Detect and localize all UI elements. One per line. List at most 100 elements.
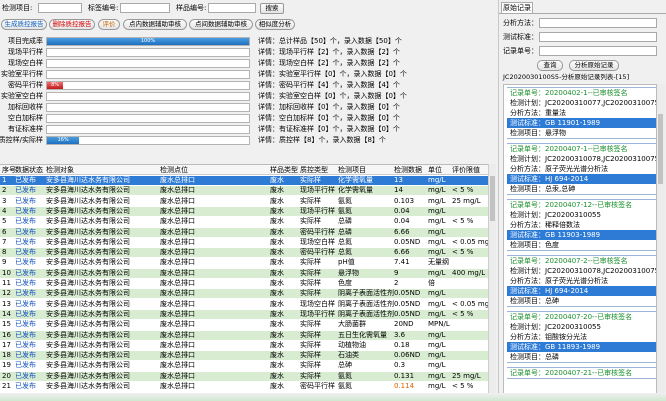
progress-label: 实验室平行样 (1, 70, 43, 78)
table-cell: 废水总排口 (160, 371, 195, 380)
table-cell: 总磷 (338, 217, 352, 226)
point-analysis-button[interactable]: 相似度分析 (255, 19, 295, 30)
record-card[interactable]: 记录单号：20200407-21--已审核签名 (507, 367, 656, 379)
table-cell: mg/L (428, 309, 446, 318)
record-item: 检测项目：悬浮物 (510, 129, 566, 137)
column-header[interactable]: 检测对象 (46, 165, 74, 175)
progress-row: 现场空白样 详情：现场空白样【2】个，录入数据【2】个 (0, 58, 495, 69)
table-row[interactable]: 5 已发布 安多县海川达水务有限公司 废水总排口 废水 实际样 总磷 0.04 mg/L < 5 … (0, 217, 488, 226)
table-cell: 14 (394, 186, 403, 195)
record-method: 分析方法：重量法 (510, 109, 566, 117)
record-card[interactable]: 记录单号：20200407-20--已审核签名 检测计划：JC2020031005… (507, 311, 656, 363)
sample-input[interactable] (208, 3, 256, 13)
record-no: 记录单号：20200407-12--已审核签名 (510, 201, 633, 209)
delete-report-button[interactable]: 删除质控报告 (49, 19, 95, 30)
table-row[interactable]: 14 已发布 安多县海川达水务有限公司 废水总排口 废水 现场平行样 阴离子表面活性剂 0.0… (0, 309, 488, 319)
table-row[interactable]: 15 已发布 安多县海川达水务有限公司 废水总排口 废水 实际样 大肠菌群 20ND MPN/L (0, 320, 488, 329)
table-row[interactable]: 12 已发布 安多县海川达水务有限公司 废水总排口 废水 实际样 阴离子表面活性剂 0.05N… (0, 289, 488, 299)
table-cell: < 5 % (452, 382, 474, 390)
table-cell: 总磷 (338, 227, 352, 236)
table-cell: 石油类 (338, 351, 359, 360)
table-cell: 现场平行样 (300, 186, 335, 195)
tab-raw-record[interactable]: 原始记录 (501, 2, 533, 13)
table-cell: mg/L (428, 206, 446, 215)
table-cell: 安多县海川达水务有限公司 (46, 176, 130, 184)
record-card[interactable]: 记录单号：20200402-1--已审核签名 检测计划：JC20200310077… (507, 87, 656, 139)
record-scroll-thumb[interactable] (658, 114, 663, 184)
table-cell: 实际样 (300, 196, 321, 205)
table-cell: 安多县海川达水务有限公司 (46, 289, 130, 298)
table-cell: < 5 % (452, 186, 474, 195)
query-button[interactable]: 查询 (537, 60, 563, 71)
record-item: 检测项目：色度 (510, 241, 559, 249)
table-cell: 7 (2, 237, 7, 246)
table-row[interactable]: 20 已发布 安多县海川达水务有限公司 废水总排口 废水 实际样 氨氮 0.131 mg/L 25… (0, 371, 488, 381)
table-scroll-thumb[interactable] (490, 176, 495, 221)
table-row[interactable]: 1 已发布 安多县海川达水务有限公司 废水总排口 废水 实际样 化学需氧量 13 mg/L (0, 176, 488, 185)
table-row[interactable]: 17 已发布 安多县海川达水务有限公司 废水总排口 废水 实际样 动植物油 0.18 mg/L (0, 341, 488, 350)
table-cell: 废水总排口 (160, 330, 195, 339)
item-input[interactable] (38, 3, 82, 13)
table-cell: 废水总排口 (160, 196, 195, 205)
column-header[interactable]: 检测点位 (160, 165, 188, 175)
column-header[interactable]: 序号 (2, 165, 16, 175)
table-cell: mg/L (428, 237, 446, 246)
table-cell: 实际样 (300, 176, 321, 184)
sample-label: 样品编号: (176, 4, 207, 12)
table-cell: 18 (2, 351, 11, 360)
table-row[interactable]: 16 已发布 安多县海川达水务有限公司 废水总排口 废水 实际样 五日生化需氧量 3.6 mg/… (0, 330, 488, 340)
table-cell: 安多县海川达水务有限公司 (46, 279, 130, 287)
column-header[interactable]: 样品类型 (270, 165, 298, 175)
table-cell: 废水总排口 (160, 361, 195, 370)
standard-input[interactable] (539, 32, 657, 42)
table-row[interactable]: 21 已发布 安多县海川达水务有限公司 废水总排口 废水 密码平行样 氨氮 0.114 mg/L… (0, 382, 488, 391)
evaluate-button[interactable]: 评价 (98, 19, 120, 30)
progress-fill: 16% (47, 137, 80, 144)
method-input[interactable] (539, 18, 657, 28)
progress-fill: 100% (47, 38, 249, 45)
table-cell: 0.18 (394, 340, 410, 349)
table-cell: 0.05ND (394, 237, 421, 246)
record-no-input[interactable] (539, 46, 657, 56)
record-card[interactable]: 记录单号：20200407-1--已审核签名 检测计划：JC20200310078… (507, 143, 657, 195)
table-cell: mg/L (428, 217, 446, 226)
column-header[interactable]: 单位 (428, 165, 442, 175)
tag-input[interactable] (120, 3, 170, 13)
analysis-record-button[interactable]: 分析原始记录 (569, 60, 619, 71)
table-row[interactable]: 3 已发布 安多县海川达水务有限公司 废水总排口 废水 实际样 氨氮 0.103 mg/L 25 … (0, 197, 488, 206)
search-button[interactable]: 搜索 (260, 3, 284, 14)
table-row[interactable]: 7 已发布 安多县海川达水务有限公司 废水总排口 废水 现场空白样 总氮 0.05ND mg/L… (0, 238, 488, 247)
table-scrollbar[interactable] (488, 164, 496, 393)
record-scrollbar[interactable] (657, 84, 665, 394)
table-cell: 废水 (270, 299, 284, 308)
table-cell: 现场空白样 (300, 237, 335, 246)
table-row[interactable]: 11 已发布 安多县海川达水务有限公司 废水总排口 废水 实际样 色度 2 倍 (0, 279, 488, 288)
table-row[interactable]: 6 已发布 安多县海川达水务有限公司 废水总排口 废水 密码平行样 总磷 6.66 mg/L (0, 227, 488, 237)
record-plan: 检测计划：JC20200310078,JC202003100755,JC (510, 155, 657, 163)
table-row[interactable]: 18 已发布 安多县海川达水务有限公司 废水总排口 废水 实际样 石油类 0.06ND mg/L (0, 351, 488, 361)
record-method: 分析方法：原子荧光光谱分析法 (510, 277, 608, 285)
table-cell: 废水总排口 (160, 289, 195, 298)
table-row[interactable]: 4 已发布 安多县海川达水务有限公司 废水总排口 废水 现场平行样 氨氮 0.04 mg/L (0, 206, 488, 216)
table-cell: 大肠菌群 (338, 320, 366, 329)
prev-assist-button[interactable]: 点内数据辅助审核 (123, 19, 187, 30)
column-header[interactable]: 数据状态 (15, 165, 43, 175)
table-cell: 0.05ND (394, 289, 421, 298)
record-card[interactable]: 记录单号：20200407-2--已审核签名 检测计划：JC20200310078… (507, 255, 656, 307)
column-header[interactable]: 质控类型 (300, 165, 328, 175)
progress-bar (46, 48, 250, 57)
table-row[interactable]: 10 已发布 安多县海川达水务有限公司 废水总排口 废水 实际样 悬浮物 9 mg/L 400 m… (0, 268, 488, 278)
table-row[interactable]: 13 已发布 安多县海川达水务有限公司 废水总排口 废水 现场空白样 阴离子表面活性剂 0.0… (0, 300, 488, 309)
progress-fill: 8% (47, 82, 64, 89)
column-header[interactable]: 检测数据 (394, 165, 422, 175)
point-assist-button[interactable]: 点间数据辅助审核 (189, 19, 253, 30)
gen-report-button[interactable]: 生成质控报告 (1, 19, 47, 30)
table-row[interactable]: 2 已发布 安多县海川达水务有限公司 废水总排口 废水 现场平行样 化学需氧量 14 mg/L <… (0, 186, 488, 196)
progress-row: 空白加标样 详情：空白加标样【0】个，录入数据【0】个 (0, 113, 495, 124)
table-row[interactable]: 8 已发布 安多县海川达水务有限公司 废水总排口 废水 密码平行样 总氮 6.66 mg/L < … (0, 248, 488, 258)
record-card[interactable]: 记录单号：20200407-12--已审核签名 检测计划：JC2020031005… (507, 199, 656, 251)
table-row[interactable]: 19 已发布 安多县海川达水务有限公司 废水总排口 废水 实际样 总砷 0.3 mg/L (0, 361, 488, 370)
column-header[interactable]: 检测项目 (338, 165, 366, 175)
column-header[interactable]: 评价限值 (452, 165, 480, 175)
table-row[interactable]: 9 已发布 安多县海川达水务有限公司 废水总排口 废水 实际样 pH值 7.41 无量纲 (0, 258, 488, 267)
